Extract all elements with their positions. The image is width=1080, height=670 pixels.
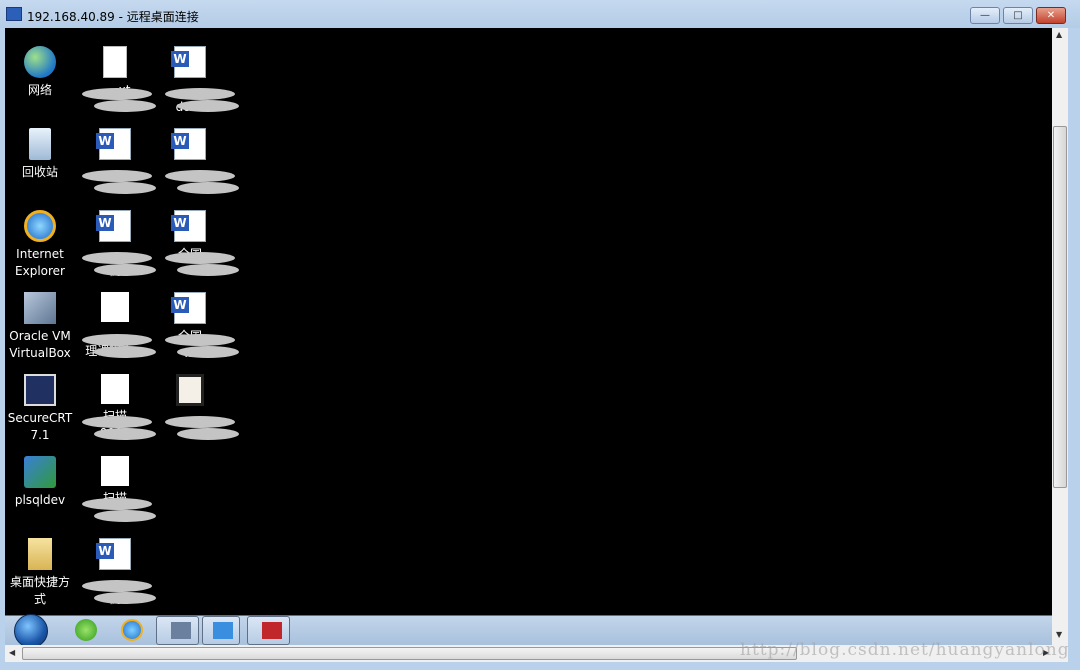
icon-label: Internet <box>16 247 64 261</box>
icon-label <box>5 99 78 116</box>
securecrt-icon <box>24 374 56 406</box>
redaction-mark <box>165 170 235 182</box>
icon-label: plsqldev <box>14 493 66 507</box>
redaction-mark <box>82 170 152 182</box>
redaction-mark <box>94 510 156 522</box>
redaction-mark <box>94 182 156 194</box>
watermark: http://blog.csdn.net/huangyanlong <box>740 640 1070 660</box>
icon-label: 回收站 <box>21 165 58 179</box>
redaction-mark <box>82 580 152 592</box>
minimize-button[interactable]: — <box>970 7 1000 24</box>
icon-label: 桌面快捷方 <box>9 575 70 589</box>
redaction-mark <box>82 334 152 346</box>
scroll-left-arrow[interactable]: ◀ <box>9 648 15 657</box>
desktop-icon[interactable]: Internet Explorer <box>5 210 78 280</box>
redaction-mark <box>82 498 152 510</box>
image-file-icon <box>176 374 204 406</box>
redaction-mark <box>94 592 156 604</box>
taskbar-remote-desktop-app[interactable] <box>156 616 199 645</box>
taskbar-network-monitor-app[interactable] <box>202 616 240 645</box>
start-button[interactable] <box>14 614 48 648</box>
redaction-mark <box>94 346 156 358</box>
word-doc-icon <box>171 210 206 242</box>
word-doc-icon <box>96 210 131 242</box>
scroll-up-arrow[interactable]: ▲ <box>1056 30 1062 39</box>
plsqldev-icon <box>24 456 56 488</box>
vertical-scroll-thumb[interactable] <box>1053 126 1067 488</box>
text-file-icon <box>103 46 127 78</box>
remote-desktop: 网络回收站 Internet Explorer Oracle VM VirtualBox… <box>5 28 1052 615</box>
title-bar: 192.168.40.89 - 远程桌面连接 — □ ✕ <box>0 0 1080 28</box>
desktop-icon[interactable]: SecureCRT 7.1 <box>5 374 78 444</box>
redaction-mark <box>177 346 239 358</box>
desktop-icon[interactable]: 扫描0002 <box>77 374 156 442</box>
ie-green-icon[interactable] <box>75 619 97 641</box>
icon-label: VirtualBox <box>9 346 71 360</box>
redaction-mark <box>165 252 235 264</box>
desktop-icon[interactable]: 扫描 <box>77 456 156 524</box>
desktop-icon[interactable]: xt <box>77 46 156 116</box>
internet-explorer-icon[interactable] <box>121 619 143 641</box>
desktop-icon[interactable]: 网络 <box>5 46 78 116</box>
desktop-icon[interactable]: docx <box>152 46 239 116</box>
redaction-mark <box>165 416 235 428</box>
icon-label <box>5 509 78 526</box>
desktop-icon[interactable]: 理课程大... <box>77 292 156 360</box>
desktop-icon[interactable] <box>152 128 239 198</box>
window-title: 192.168.40.89 - 远程桌面连接 <box>27 10 199 24</box>
word-doc-icon <box>171 46 206 78</box>
recycle-bin-icon <box>29 128 51 160</box>
word-doc-icon <box>96 538 131 570</box>
word-doc-icon <box>171 128 206 160</box>
redaction-mark <box>94 100 156 112</box>
toolbox-icon <box>262 622 282 639</box>
redaction-mark <box>177 182 239 194</box>
redaction-mark <box>177 428 239 440</box>
internet-explorer-icon <box>24 210 56 242</box>
icon-label <box>5 181 78 198</box>
maximize-button[interactable]: □ <box>1003 7 1033 24</box>
redaction-mark <box>82 88 152 100</box>
computer-icon <box>171 622 191 639</box>
close-button[interactable]: ✕ <box>1036 7 1066 24</box>
desktop-icon[interactable]: 例 <box>77 538 156 608</box>
redaction-mark <box>177 264 239 276</box>
word-doc-icon <box>96 128 131 160</box>
vertical-scrollbar[interactable]: ▲ ▼ <box>1052 28 1068 645</box>
remote-desktop-icon <box>6 7 22 21</box>
icon-label: 7.1 <box>30 428 50 442</box>
icon-label: Oracle VM <box>9 329 71 343</box>
desktop-icon[interactable]: 全国... <box>152 292 239 362</box>
virtualbox-icon <box>24 292 56 324</box>
horizontal-scroll-thumb[interactable] <box>22 647 797 660</box>
desktop-icon[interactable]: 全国 <box>152 210 239 280</box>
desktop-icon[interactable]: Oracle VM VirtualBox <box>5 292 78 362</box>
desktop-icon[interactable] <box>152 374 239 444</box>
icon-label: 式 <box>33 592 46 606</box>
scan-image-icon <box>101 456 129 486</box>
icon-label: 网络 <box>27 83 52 97</box>
desktop-icon[interactable]: plsqldev <box>5 456 78 526</box>
redaction-mark <box>165 334 235 346</box>
network-icon <box>24 46 56 78</box>
scan-image-icon <box>101 292 129 322</box>
redaction-mark <box>94 428 156 440</box>
monitor-icon <box>213 622 233 639</box>
scroll-down-arrow[interactable]: ▼ <box>1056 630 1062 639</box>
word-doc-icon <box>171 292 206 324</box>
icon-label: SecureCRT <box>7 411 73 425</box>
taskbar-toolbox-app[interactable] <box>247 616 290 645</box>
desktop-icon[interactable]: 回收站 <box>5 128 78 198</box>
icon-label: Explorer <box>15 264 65 278</box>
redaction-mark <box>165 88 235 100</box>
desktop-icon[interactable]: 桌面快捷方式 <box>5 538 78 608</box>
redaction-mark <box>94 264 156 276</box>
desktop-icon[interactable] <box>77 128 156 198</box>
redaction-mark <box>82 416 152 428</box>
redaction-mark <box>177 100 239 112</box>
folder-icon <box>28 538 52 570</box>
desktop-icon[interactable]: 例 <box>77 210 156 280</box>
redaction-mark <box>82 252 152 264</box>
scan-image-icon <box>101 374 129 404</box>
